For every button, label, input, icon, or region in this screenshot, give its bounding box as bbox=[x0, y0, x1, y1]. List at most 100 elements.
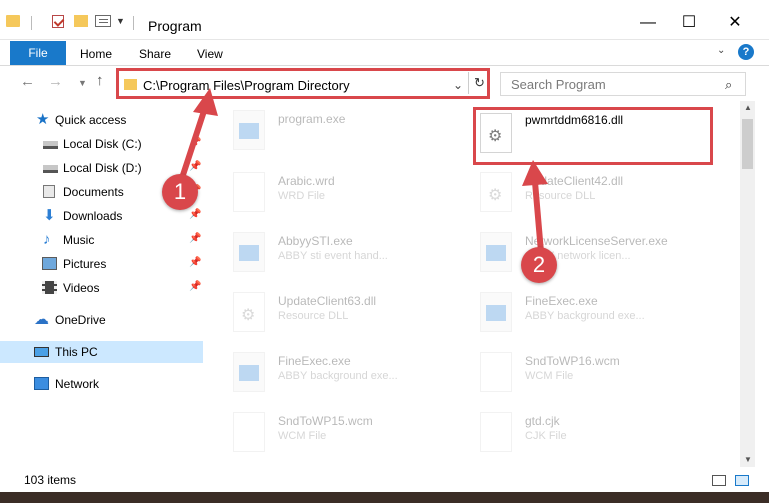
search-input[interactable]: Search Program ⌕ bbox=[500, 72, 746, 96]
sidebar-item-music[interactable]: ♪ Music 📌 bbox=[0, 229, 205, 251]
file-name: SndToWP16.wcm bbox=[525, 354, 620, 368]
pin-icon[interactable]: 📌 bbox=[189, 281, 201, 292]
pin-icon[interactable]: 📌 bbox=[189, 137, 201, 148]
blank-file-icon bbox=[480, 352, 512, 392]
item-count: 103 items bbox=[24, 473, 77, 487]
tab-view[interactable]: View bbox=[197, 47, 223, 61]
scroll-up-arrow-icon[interactable]: ▲ bbox=[744, 103, 752, 112]
file-type: ABBY background exe... bbox=[525, 310, 645, 322]
status-bar: 103 items bbox=[0, 467, 769, 492]
exe-file-icon bbox=[233, 352, 265, 392]
sidebar-item-network[interactable]: Network bbox=[0, 373, 205, 395]
sidebar-item-label: OneDrive bbox=[55, 313, 106, 327]
blank-file-icon bbox=[233, 172, 265, 212]
sidebar-item-label: Network bbox=[55, 377, 100, 391]
blank-file-icon bbox=[233, 412, 265, 452]
new-folder-icon[interactable] bbox=[74, 15, 88, 27]
sidebar-item-quick-access[interactable]: ★ Quick access bbox=[0, 109, 205, 131]
toolbar-divider bbox=[133, 16, 134, 30]
file-type: CJK File bbox=[525, 430, 567, 442]
sidebar-item-onedrive[interactable]: ☁ OneDrive bbox=[0, 309, 205, 331]
ribbon bbox=[0, 40, 769, 66]
file-name: AbbyySTI.exe bbox=[278, 234, 353, 248]
sidebar-item-label: Downloads bbox=[63, 209, 123, 223]
file-name: gtd.cjk bbox=[525, 414, 560, 428]
rename-icon[interactable] bbox=[95, 15, 111, 27]
title-bar: ▼ Program — ☐ ✕ bbox=[0, 0, 769, 40]
sidebar-item-videos[interactable]: Videos 📌 bbox=[0, 277, 205, 299]
file-type: ABBY sti event hand... bbox=[278, 250, 388, 262]
pin-icon[interactable]: 📌 bbox=[189, 233, 201, 244]
help-icon[interactable]: ? bbox=[738, 44, 754, 60]
sidebar-item-pictures[interactable]: Pictures 📌 bbox=[0, 253, 205, 275]
tab-file[interactable]: File bbox=[10, 41, 66, 65]
large-icons-view-icon[interactable] bbox=[735, 475, 749, 486]
refresh-icon[interactable]: ↻ bbox=[468, 72, 490, 94]
file-item[interactable]: program.exe bbox=[233, 110, 473, 154]
file-type: WRD File bbox=[278, 190, 326, 202]
file-item[interactable]: AbbyySTI.exe ABBY sti event hand... bbox=[233, 232, 473, 276]
properties-check-icon[interactable] bbox=[52, 15, 64, 28]
tab-home[interactable]: Home bbox=[80, 47, 112, 61]
pin-icon[interactable]: 📌 bbox=[189, 257, 201, 268]
file-type: Resource DLL bbox=[525, 190, 596, 202]
dll-gear-file-icon bbox=[480, 172, 512, 212]
expand-ribbon-chevron-icon[interactable]: ⌄ bbox=[717, 45, 725, 56]
sidebar-item-label: Local Disk (C:) bbox=[63, 137, 142, 151]
network-icon bbox=[34, 377, 49, 390]
sidebar-item-label: Documents bbox=[63, 185, 124, 199]
film-strip-icon bbox=[42, 281, 57, 294]
file-item[interactable]: SndToWP16.wcm WCM File bbox=[480, 352, 720, 396]
sidebar-item-label: Music bbox=[63, 233, 95, 247]
scroll-down-arrow-icon[interactable]: ▼ bbox=[744, 455, 752, 464]
maximize-button[interactable]: ☐ bbox=[666, 8, 712, 38]
details-view-icon[interactable] bbox=[712, 475, 726, 486]
file-name: program.exe bbox=[278, 112, 346, 126]
pin-icon[interactable]: 📌 bbox=[189, 161, 201, 172]
sidebar-item-label: This PC bbox=[55, 345, 98, 359]
address-history-chevron-icon[interactable]: ⌄ bbox=[453, 78, 463, 92]
drive-icon bbox=[43, 141, 58, 149]
drive-icon bbox=[43, 165, 58, 173]
documents-icon bbox=[43, 185, 55, 198]
file-type: WCM File bbox=[278, 430, 327, 442]
close-button[interactable]: ✕ bbox=[712, 8, 758, 38]
minimize-button[interactable]: — bbox=[625, 8, 671, 38]
pin-icon[interactable]: 📌 bbox=[189, 209, 201, 220]
file-item[interactable]: FineExec.exe ABBY background exe... bbox=[233, 352, 473, 396]
toolbar-divider bbox=[31, 16, 32, 30]
address-bar[interactable]: C:\Program Files\Program Directory ⌄ bbox=[116, 68, 490, 99]
address-path[interactable]: C:\Program Files\Program Directory bbox=[143, 78, 350, 93]
file-type: WCM File bbox=[525, 370, 574, 382]
file-item[interactable]: Arabic.wrd WRD File bbox=[233, 172, 473, 216]
recent-locations-chevron-icon[interactable]: ▼ bbox=[78, 78, 87, 88]
file-name: UpdateClient42.dll bbox=[525, 174, 624, 188]
vertical-scrollbar[interactable]: ▲ ▼ bbox=[740, 101, 755, 467]
tab-share[interactable]: Share bbox=[139, 47, 171, 61]
back-arrow-icon[interactable]: ← bbox=[20, 73, 35, 90]
exe-file-icon bbox=[233, 110, 265, 150]
forward-arrow-icon[interactable]: → bbox=[48, 73, 63, 90]
file-name: FineExec.exe bbox=[525, 294, 598, 308]
sidebar-item-label: Local Disk (D:) bbox=[63, 161, 142, 175]
cloud-icon: ☁ bbox=[34, 311, 49, 328]
file-type: ABBY background exe... bbox=[278, 370, 398, 382]
navigation-pane: ★ Quick access Local Disk (C:) 📌 Local D… bbox=[0, 100, 205, 465]
file-item[interactable]: SndToWP15.wcm WCM File bbox=[233, 412, 473, 456]
search-icon[interactable]: ⌕ bbox=[725, 77, 732, 93]
file-item[interactable]: FineExec.exe ABBY background exe... bbox=[480, 292, 720, 336]
highlight-rectangle bbox=[473, 107, 713, 165]
folder-icon bbox=[6, 15, 20, 27]
folder-icon bbox=[124, 79, 137, 90]
scroll-thumb[interactable] bbox=[742, 119, 753, 169]
up-arrow-icon[interactable]: ↑ bbox=[96, 72, 104, 89]
file-item[interactable]: UpdateClient63.dll Resource DLL bbox=[233, 292, 473, 336]
file-item[interactable]: NetworkLicenseServer.exe ABBY network li… bbox=[480, 232, 720, 276]
music-note-icon: ♪ bbox=[43, 231, 51, 248]
file-item[interactable]: gtd.cjk CJK File bbox=[480, 412, 720, 456]
window-title: Program bbox=[148, 18, 202, 34]
file-item[interactable]: UpdateClient42.dll Resource DLL bbox=[480, 172, 720, 216]
sidebar-item-this-pc[interactable]: This PC bbox=[0, 341, 203, 363]
customize-toolbar-chevron-icon[interactable]: ▼ bbox=[116, 16, 125, 26]
sidebar-item-local-disk-c[interactable]: Local Disk (C:) 📌 bbox=[0, 133, 205, 155]
